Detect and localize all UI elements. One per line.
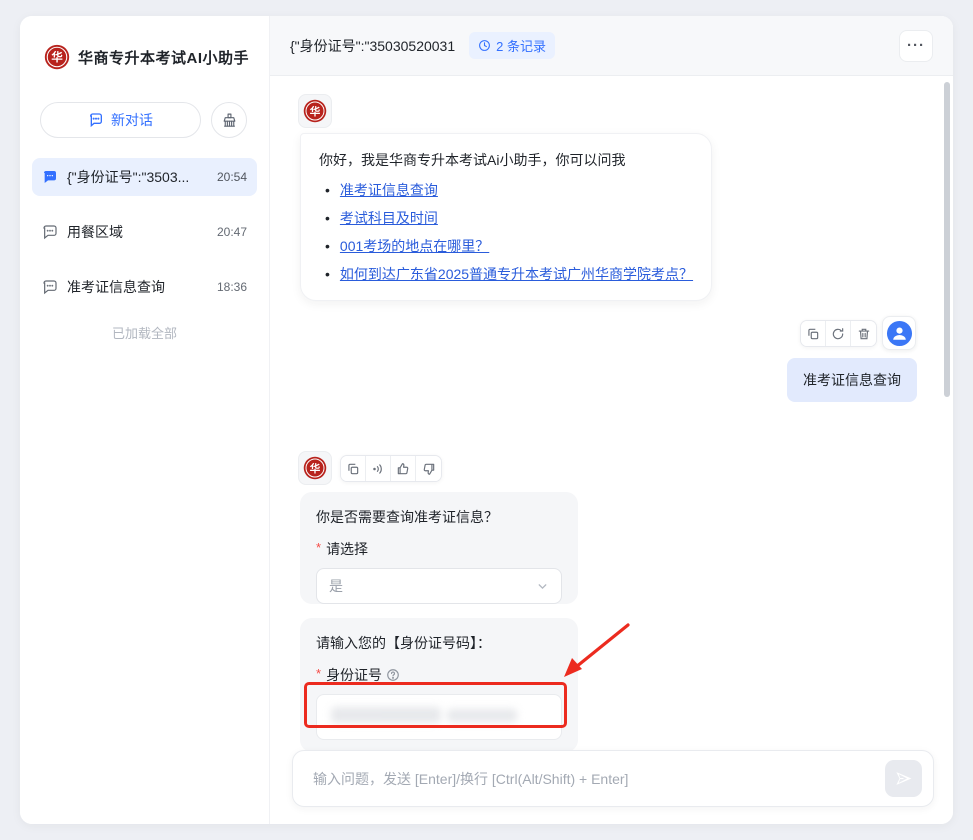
more-options-button[interactable]: ··· (899, 30, 933, 62)
app-logo-icon: 华 (44, 44, 70, 70)
chat-bubble-filled-icon (42, 169, 58, 185)
app-window: 华 华商专升本考试AI小助手 新对话 (20, 16, 953, 824)
clock-icon (478, 39, 491, 52)
delete-button[interactable] (851, 321, 876, 346)
form-field-label: 身份证号 (326, 665, 382, 685)
copy-button[interactable] (801, 321, 826, 346)
suggested-question-link[interactable]: 如何到达广东省2025普通专升本考试广州华商学院考点？ (340, 260, 693, 288)
new-chat-button[interactable]: 新对话 (40, 102, 201, 138)
records-badge-label: 2 条记录 (496, 36, 546, 55)
composer (292, 750, 934, 807)
help-icon[interactable] (386, 668, 400, 682)
dislike-button[interactable] (416, 456, 441, 481)
form-card-id-number: 请输入您的【身份证号码】： * 身份证号 (300, 618, 578, 752)
suggested-question-link[interactable]: 准考证信息查询 (340, 176, 438, 204)
conversation-item[interactable]: 准考证信息查询 18:36 (32, 268, 257, 306)
chat-title: {"身份证号":"35030520031 (290, 36, 455, 56)
user-message-bubble: 准考证信息查询 (787, 358, 917, 402)
required-asterisk: * (316, 540, 321, 555)
chat-bubble-outline-icon (42, 279, 58, 295)
form-question: 请输入您的【身份证号码】： (316, 633, 562, 653)
records-badge: 2 条记录 (469, 32, 555, 59)
svg-text:华: 华 (310, 105, 321, 118)
conversation-time: 20:54 (217, 170, 247, 184)
like-button[interactable] (391, 456, 416, 481)
form-field-label: 请选择 (326, 539, 368, 559)
yes-no-select[interactable]: 是 (316, 568, 562, 604)
bot-message-toolbar (340, 455, 442, 482)
chat-topbar: {"身份证号":"35030520031 2 条记录 ··· (270, 16, 953, 76)
chat-bubble-outline-icon (42, 224, 58, 240)
conversation-item[interactable]: {"身份证号":"3503... 20:54 (32, 158, 257, 196)
bullet: • (325, 176, 330, 204)
bot-avatar: 华 (298, 94, 332, 128)
id-number-input[interactable] (316, 694, 562, 740)
conversation-list: {"身份证号":"3503... 20:54 用餐区域 20:47 (32, 158, 257, 306)
suggested-questions: • 准考证信息查询 • 考试科目及时间 • 001考场的地点在哪里？ • 如何到达广东省… (319, 176, 693, 288)
regenerate-button[interactable] (826, 321, 851, 346)
suggested-question-link[interactable]: 001考场的地点在哪里？ (340, 232, 489, 260)
copy-button[interactable] (341, 456, 366, 481)
suggested-question-link[interactable]: 考试科目及时间 (340, 204, 438, 232)
send-button[interactable] (885, 760, 922, 797)
user-avatar (882, 316, 916, 350)
loaded-all-label: 已加载全部 (20, 323, 269, 342)
required-asterisk: * (316, 666, 321, 681)
bot-avatar: 华 (298, 451, 332, 485)
redacted-id-number (447, 709, 517, 722)
conversation-item[interactable]: 用餐区域 20:47 (32, 213, 257, 251)
conversation-title: 用餐区域 (67, 222, 208, 242)
select-value: 是 (329, 576, 536, 596)
form-card-select: 你是否需要查询准考证信息？ * 请选择 是 (300, 492, 578, 604)
conversation-time: 20:47 (217, 225, 247, 239)
form-question: 你是否需要查询准考证信息？ (316, 507, 562, 527)
message-input[interactable] (313, 771, 875, 787)
chat-scrollbar[interactable] (944, 82, 950, 397)
copy-icon (346, 462, 360, 476)
svg-text:华: 华 (51, 50, 62, 64)
redacted-id-number (331, 707, 441, 723)
chat-panel: {"身份证号":"35030520031 2 条记录 ··· 华 你好，我是华商… (270, 16, 953, 824)
bullet: • (325, 232, 330, 260)
copy-icon (806, 327, 820, 341)
conversation-title: {"身份证号":"3503... (67, 167, 208, 187)
welcome-greeting: 你好，我是华商专升本考试Ai小助手，你可以问我 (319, 148, 693, 172)
sidebar: 华 华商专升本考试AI小助手 新对话 (20, 16, 270, 824)
bullet: • (325, 204, 330, 232)
bullet: • (325, 260, 330, 288)
brand: 华 华商专升本考试AI小助手 (20, 16, 269, 70)
bot-welcome-message: 你好，我是华商专升本考试Ai小助手，你可以问我 • 准考证信息查询 • 考试科目及时… (300, 133, 712, 301)
chat-plus-icon (88, 112, 104, 128)
conversation-time: 18:36 (217, 280, 247, 294)
broom-icon (221, 112, 238, 129)
user-message-toolbar (800, 320, 877, 347)
thumbs-up-icon (396, 462, 410, 476)
refresh-icon (831, 327, 845, 341)
conversation-title: 准考证信息查询 (67, 277, 208, 297)
sound-icon (371, 462, 385, 476)
chevron-down-icon (536, 580, 549, 593)
user-icon (886, 320, 913, 347)
app-title: 华商专升本考试AI小助手 (78, 47, 249, 68)
send-icon (894, 769, 913, 788)
clear-history-button[interactable] (211, 102, 247, 138)
new-chat-label: 新对话 (111, 110, 153, 130)
thumbs-down-icon (422, 462, 436, 476)
trash-icon (857, 327, 871, 341)
svg-text:华: 华 (310, 462, 321, 475)
read-aloud-button[interactable] (366, 456, 391, 481)
